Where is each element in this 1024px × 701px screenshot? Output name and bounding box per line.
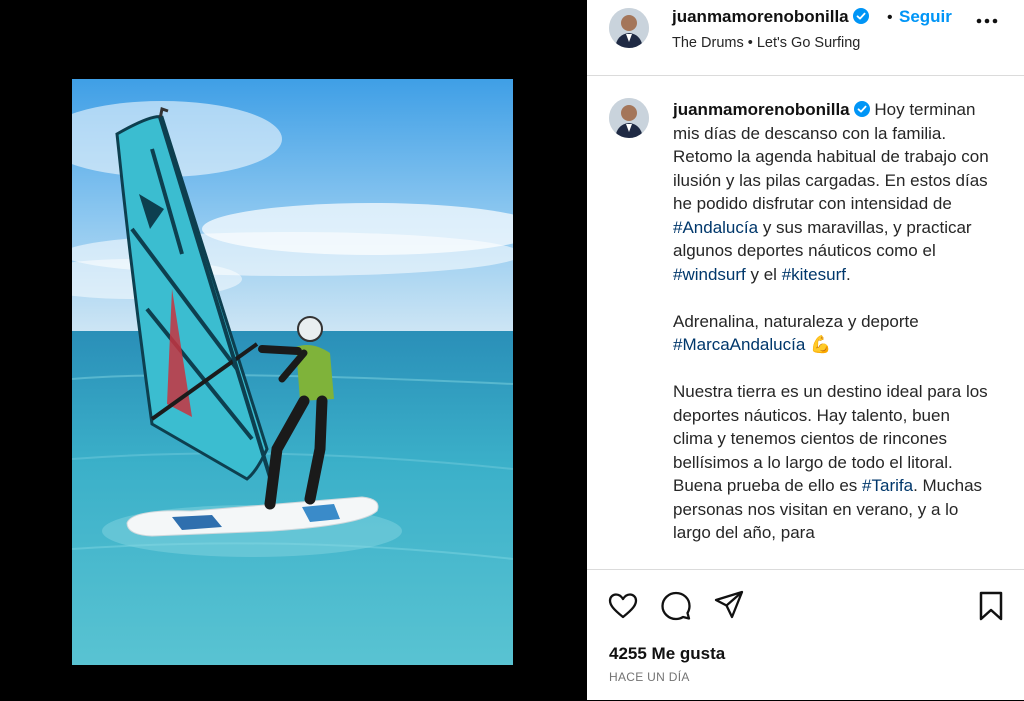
post-side-panel: juanmamorenobonilla • Seguir The Drums •…: [587, 0, 1024, 700]
post-caption: juanmamorenobonilla Hoy terminan mis día…: [673, 98, 993, 568]
hashtag-tarifa[interactable]: #Tarifa: [862, 476, 913, 495]
post-photo-windsurfer[interactable]: [72, 79, 513, 665]
bookmark-icon[interactable]: [975, 590, 1007, 622]
caption-paragraph-3: Nuestra tierra es un destino ideal para …: [673, 380, 993, 545]
caption-author-avatar[interactable]: [609, 98, 649, 138]
more-options-icon[interactable]: [973, 10, 1001, 32]
author-username[interactable]: juanmamorenobonilla: [672, 7, 869, 27]
caption-text: Adrenalina, naturaleza y deporte: [673, 311, 919, 331]
caption-text: .: [845, 264, 851, 284]
caption-username[interactable]: juanmamorenobonilla: [673, 100, 850, 119]
post-header: juanmamorenobonilla • Seguir The Drums •…: [587, 0, 1024, 76]
hashtag-andalucia[interactable]: #Andalucía: [673, 218, 758, 237]
post-media-area: [0, 0, 587, 700]
hashtag-kitesurf[interactable]: #kitesurf: [782, 265, 846, 284]
flexed-biceps-emoji: 💪: [810, 335, 832, 354]
heart-icon[interactable]: [607, 590, 639, 622]
avatar-image: [609, 8, 649, 48]
comment-icon[interactable]: [660, 590, 692, 622]
avatar-image: [609, 98, 649, 138]
follow-button[interactable]: Seguir: [899, 7, 952, 27]
author-avatar[interactable]: [609, 8, 649, 48]
separator-dot: •: [887, 9, 893, 26]
audio-track-link[interactable]: The Drums • Let's Go Surfing: [672, 35, 860, 51]
caption-text: y el: [750, 264, 777, 284]
post-timestamp[interactable]: HACE UN DÍA: [609, 670, 690, 684]
windsurf-photo: [72, 79, 513, 665]
hashtag-marcaandalucia[interactable]: #MarcaAndalucía: [673, 335, 805, 354]
username-text[interactable]: juanmamorenobonilla: [672, 7, 849, 26]
likes-count[interactable]: 4255 Me gusta: [609, 644, 725, 664]
caption-scroll-area[interactable]: juanmamorenobonilla Hoy terminan mis día…: [587, 76, 1024, 569]
caption-paragraph-2: Adrenalina, naturaleza y deporte #MarcaAn…: [673, 310, 993, 357]
post-actions-bar: 4255 Me gusta HACE UN DÍA: [587, 569, 1024, 701]
verified-badge-icon: [852, 8, 869, 24]
hashtag-windsurf[interactable]: #windsurf: [673, 265, 746, 284]
caption-paragraph-1: juanmamorenobonilla Hoy terminan mis día…: [673, 98, 993, 286]
send-icon[interactable]: [713, 589, 745, 621]
verified-badge-icon: [853, 101, 870, 117]
